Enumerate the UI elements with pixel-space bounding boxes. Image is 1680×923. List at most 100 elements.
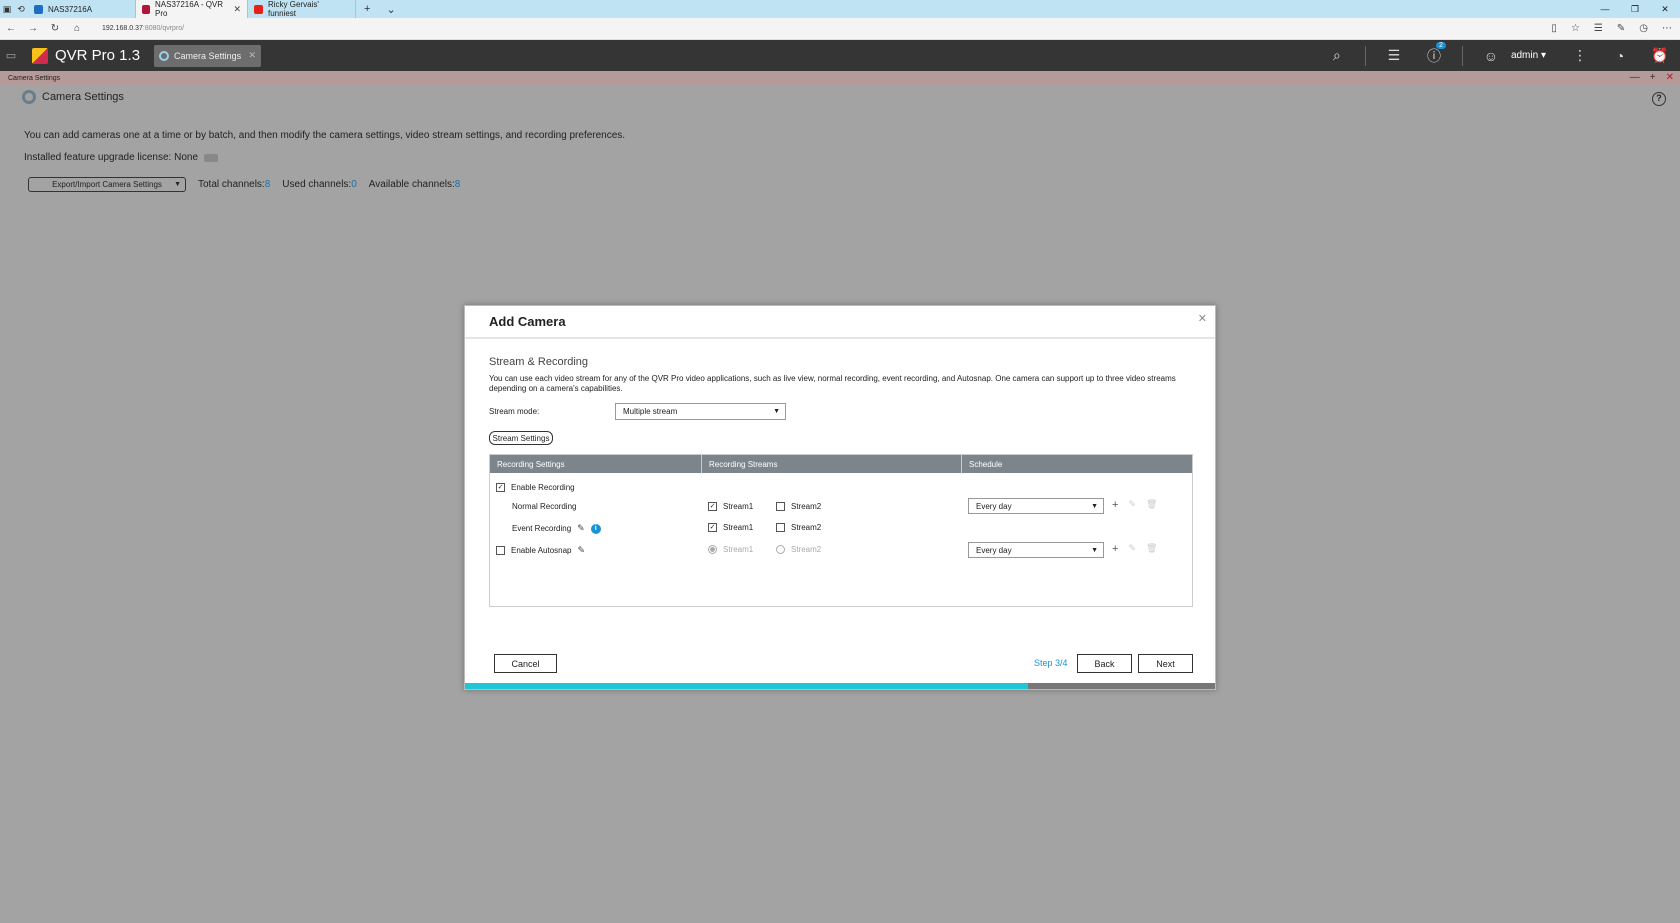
intro-text: You can add cameras one at a time or by … xyxy=(24,130,626,141)
total-channels-value: 8 xyxy=(264,179,271,190)
next-button[interactable]: Next xyxy=(1138,654,1193,673)
window-maximize-icon[interactable]: + xyxy=(1650,71,1656,85)
edit-event-icon[interactable]: ✎ xyxy=(577,523,585,534)
event-stream1-checkbox[interactable]: ✓ xyxy=(708,523,717,532)
enable-recording-checkbox[interactable]: ✓ xyxy=(496,483,505,492)
stream1-label: Stream1 xyxy=(723,523,754,532)
restore-icon[interactable]: ❐ xyxy=(1620,4,1650,15)
normal-schedule-select[interactable]: Every day ▼ xyxy=(968,498,1104,514)
table-header: Recording Settings Recording Streams Sch… xyxy=(490,455,1192,473)
delete-schedule-icon: 🗑 xyxy=(1145,499,1158,509)
export-import-button[interactable]: Export/Import Camera Settings ▼ xyxy=(28,177,186,192)
close-dialog-icon[interactable]: ✕ xyxy=(1198,312,1207,325)
tab-actions-icon[interactable]: ▣ xyxy=(0,4,14,15)
event-stream2: Stream2 xyxy=(776,523,821,532)
dashboard-gauge-icon[interactable]: ◔ xyxy=(1600,48,1640,64)
back-tabs-icon[interactable]: ⟲ xyxy=(14,4,28,15)
total-channels: Total channels:8 xyxy=(198,179,270,190)
new-tab-icon[interactable]: + xyxy=(356,3,378,15)
wizard-progress-bar xyxy=(465,683,1215,689)
channel-row: Export/Import Camera Settings ▼ Total ch… xyxy=(28,177,460,192)
used-channels: Used channels:0 xyxy=(282,179,357,190)
favorite-star-icon[interactable]: ☆ xyxy=(1571,23,1580,34)
section-description: You can use each video stream for any of… xyxy=(489,374,1176,393)
url-path: :8080/qvrpro/ xyxy=(142,25,185,32)
url-host: 192.168.0.37 xyxy=(102,25,143,32)
stack-icon[interactable]: ☰ xyxy=(1374,47,1414,64)
sidebar-toggle-icon[interactable]: ▭ xyxy=(0,40,22,71)
stream-mode-select[interactable]: Multiple stream ▼ xyxy=(615,403,786,420)
column-header: Recording Streams xyxy=(702,455,962,473)
reading-view-icon[interactable]: ▯ xyxy=(1551,23,1557,34)
window-minimize-icon[interactable]: — xyxy=(1630,71,1640,85)
app-title: QVR Pro 1.3 xyxy=(55,47,141,64)
available-channels-value: 8 xyxy=(454,179,461,190)
close-tab-icon[interactable]: ✕ xyxy=(233,4,241,15)
history-icon[interactable]: ◷ xyxy=(1639,23,1648,34)
more-vertical-icon[interactable]: ⋮ xyxy=(1560,47,1600,64)
stream-mode-label: Stream mode: xyxy=(489,407,540,416)
enable-autosnap-row: Enable Autosnap ✎ xyxy=(496,545,585,556)
tab-menu-chevron-icon[interactable]: ⌄ xyxy=(378,3,403,16)
browser-tab-qvr[interactable]: NAS37216A - QVR Pro ✕ xyxy=(136,0,248,18)
add-schedule-icon[interactable]: + xyxy=(1112,543,1118,555)
dialog-title: Add Camera xyxy=(489,314,566,329)
user-menu[interactable]: admin ▾ xyxy=(1511,50,1546,61)
edit-schedule-icon: ✎ xyxy=(1128,543,1136,553)
enable-autosnap-checkbox[interactable] xyxy=(496,546,505,555)
address-bar: ← → ↻ ⌂ 192.168.0.37:8080/qvrpro/ ▯ ☆ ☰ … xyxy=(0,18,1680,40)
info-icon[interactable]: i xyxy=(590,523,601,534)
back-arrow-icon[interactable]: ← xyxy=(0,23,22,34)
browser-tab-youtube[interactable]: Ricky Gervais' funniest xyxy=(248,0,356,18)
url-field[interactable]: 192.168.0.37:8080/qvrpro/ xyxy=(102,25,1551,32)
autosnap-schedule-select[interactable]: Every day ▼ xyxy=(968,542,1104,558)
user-avatar-icon[interactable]: ☺ xyxy=(1471,48,1511,64)
edit-autosnap-icon[interactable]: ✎ xyxy=(578,545,586,556)
add-schedule-icon[interactable]: + xyxy=(1112,499,1118,511)
stream2-label: Stream2 xyxy=(791,502,822,511)
app-tab-camera-settings[interactable]: Camera Settings ✕ xyxy=(154,44,262,67)
recording-table: Recording Settings Recording Streams Sch… xyxy=(489,454,1193,607)
home-icon[interactable]: ⌂ xyxy=(66,23,88,34)
normal-schedule-actions: + ✎ 🗑 xyxy=(1112,499,1157,511)
normal-stream1-checkbox[interactable]: ✓ xyxy=(708,502,717,511)
export-import-label: Export/Import Camera Settings xyxy=(52,180,162,189)
help-icon[interactable]: ? xyxy=(1652,92,1666,106)
search-icon[interactable]: ⌕ xyxy=(1317,47,1357,64)
total-channels-label: Total channels: xyxy=(198,179,265,190)
available-channels-label: Available channels: xyxy=(368,179,455,190)
license-key-icon[interactable] xyxy=(204,153,219,162)
user-name: admin xyxy=(1510,50,1539,61)
more-menu-icon[interactable]: ⋯ xyxy=(1662,23,1672,34)
browser-tab-nas[interactable]: NAS37216A xyxy=(28,0,136,18)
delete-schedule-icon: 🗑 xyxy=(1145,543,1158,553)
cancel-button[interactable]: Cancel xyxy=(494,654,557,673)
page-title: Camera Settings xyxy=(42,91,124,103)
schedule-value: Every day xyxy=(976,501,1012,511)
normal-stream2-checkbox[interactable] xyxy=(776,502,785,511)
section-title: Stream & Recording xyxy=(489,356,589,368)
used-channels-value: 0 xyxy=(351,179,357,190)
notes-icon[interactable]: ✎ xyxy=(1617,23,1625,34)
window-close-icon[interactable]: ✕ xyxy=(1666,71,1674,85)
tab-label: NAS37216A - QVR Pro xyxy=(155,0,224,18)
minimize-icon[interactable]: — xyxy=(1590,4,1620,14)
autosnap-schedule-actions: + ✎ 🗑 xyxy=(1112,543,1157,555)
favorites-list-icon[interactable]: ☰ xyxy=(1594,23,1603,34)
stream-mode-value: Multiple stream xyxy=(623,407,678,416)
notifications-icon[interactable]: ⓘ 2 xyxy=(1414,41,1454,66)
stream-settings-button[interactable]: Stream Settings xyxy=(489,431,553,445)
tab-label: NAS37216A xyxy=(48,4,93,14)
forward-arrow-icon[interactable]: → xyxy=(22,23,44,34)
refresh-icon[interactable]: ↻ xyxy=(44,23,66,34)
close-window-icon[interactable]: ✕ xyxy=(1650,4,1680,15)
caret-down-icon: ▼ xyxy=(773,408,780,415)
alarm-clock-icon[interactable]: ⏰ xyxy=(1640,47,1680,64)
stream1-label: Stream1 xyxy=(723,545,754,554)
close-app-tab-icon[interactable]: ✕ xyxy=(249,50,257,61)
back-button[interactable]: Back xyxy=(1077,654,1132,673)
caret-down-icon: ▼ xyxy=(174,181,181,188)
used-channels-label: Used channels: xyxy=(282,179,352,190)
gear-icon xyxy=(22,90,36,104)
event-stream2-checkbox[interactable] xyxy=(776,523,785,532)
